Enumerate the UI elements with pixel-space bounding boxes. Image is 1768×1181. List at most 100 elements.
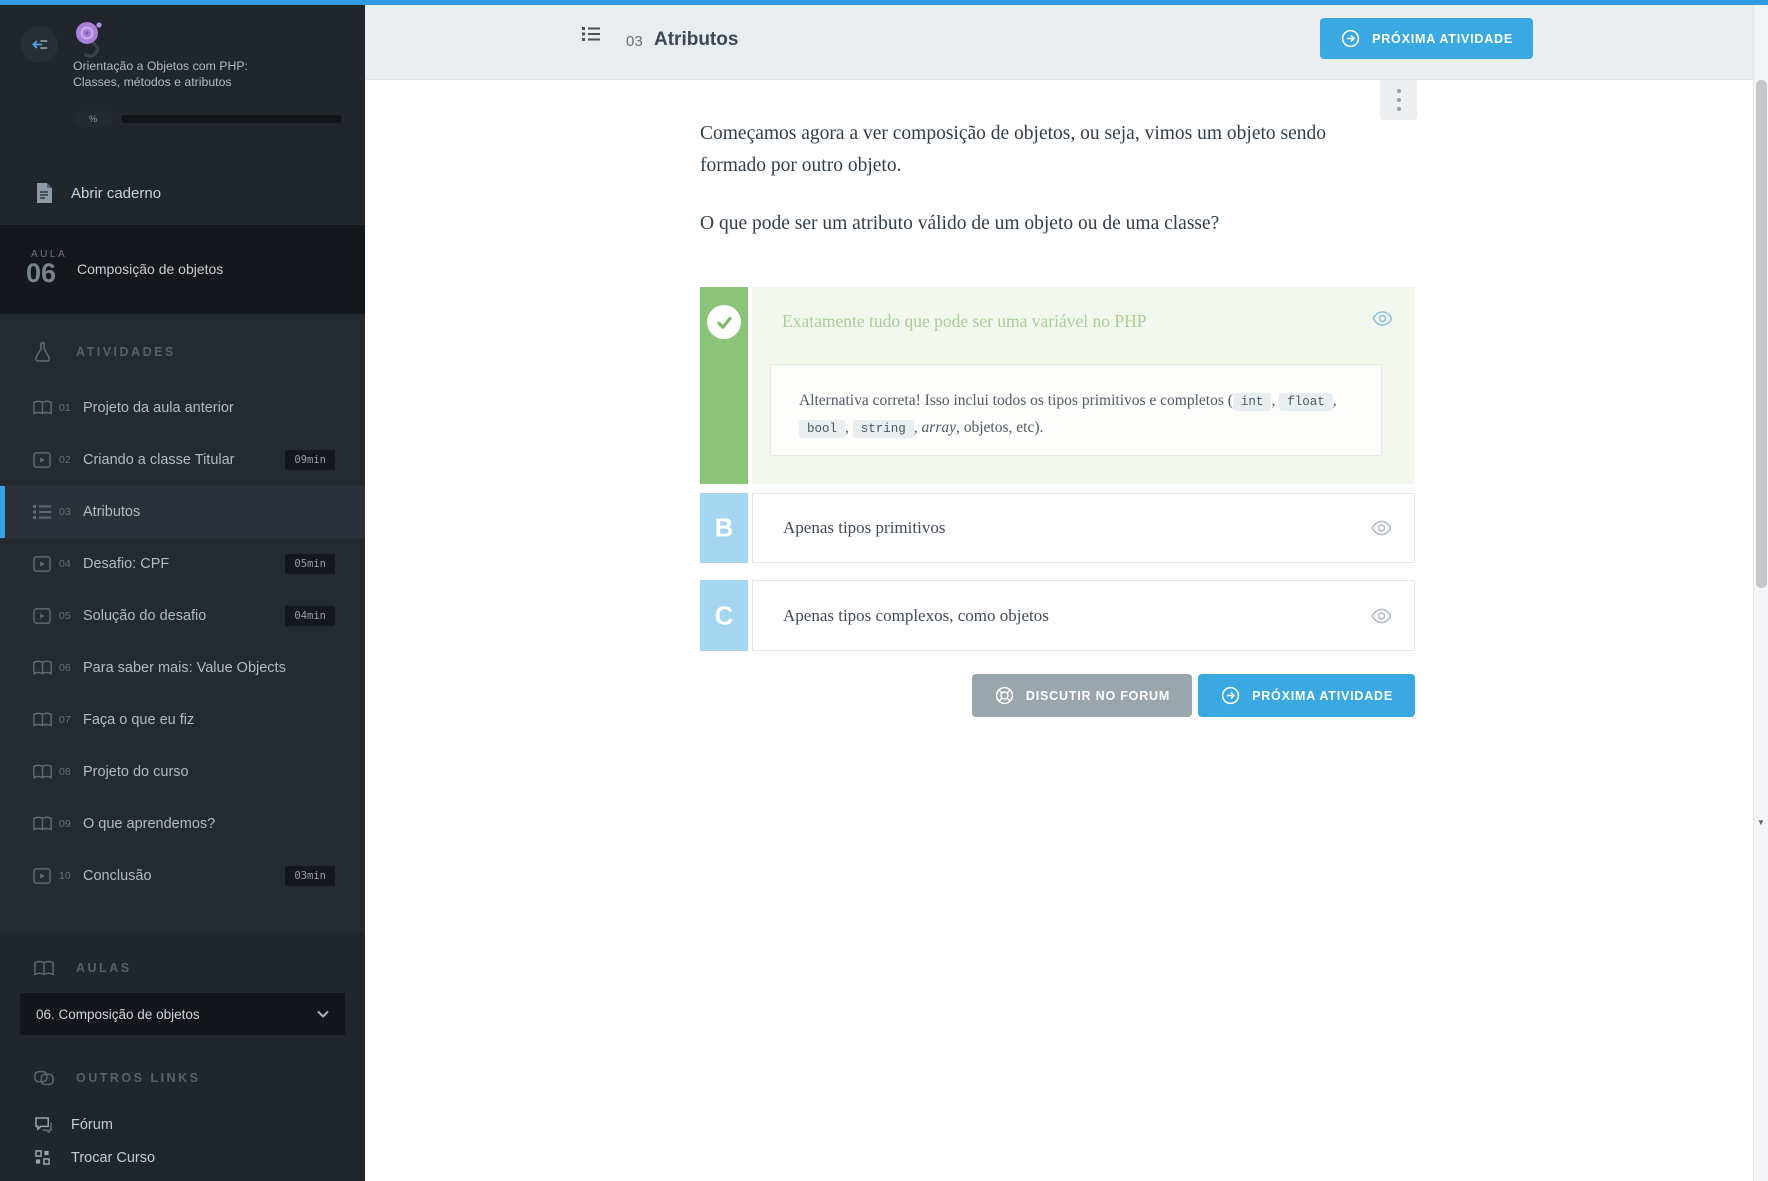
open-book-icon: [34, 960, 56, 977]
collapse-left-icon: [30, 35, 49, 54]
kebab-menu-button[interactable]: [1380, 80, 1417, 120]
activity-number: 05: [59, 610, 77, 622]
answer-option-c[interactable]: C Apenas tipos complexos, como objetos: [700, 580, 1415, 651]
question-text: Começamos agora a ver composição de obje…: [700, 118, 1360, 239]
screen: Orientação a Objetos com PHP: Classes, m…: [0, 0, 1768, 1181]
sidebar-item-trocar-curso[interactable]: Trocar Curso: [0, 1141, 365, 1174]
other-links-section-label: OUTROS LINKS: [76, 1071, 200, 1085]
activity-label: Projeto do curso: [83, 764, 189, 780]
progress-bar: [121, 115, 342, 123]
notebook-icon: [35, 183, 53, 203]
activity-label: Criando a classe Titular: [83, 452, 235, 468]
activity-label: Solução do desafio: [83, 608, 206, 624]
activity-duration-badge: 05min: [285, 554, 335, 574]
arrow-circle-right-icon: [1220, 685, 1241, 706]
discuss-forum-button[interactable]: DISCUTIR NO FORUM: [972, 674, 1192, 717]
course-title-line1: Orientação a Objetos com PHP:: [73, 58, 313, 74]
progress-percent-badge: %: [73, 111, 113, 127]
page-title: Atributos: [654, 29, 738, 51]
chat-icon: [35, 1117, 57, 1133]
lessons-section-header: AULAS: [0, 954, 365, 982]
main-header: 03 Atributos PRÓXIMA ATIVIDADE: [365, 5, 1753, 80]
course-logo-icon: [72, 20, 108, 62]
open-notebook-button[interactable]: Abrir caderno: [0, 170, 365, 216]
activity-label: Faça o que eu fiz: [83, 712, 194, 728]
activity-item[interactable]: 06 Para saber mais: Value Objects: [0, 642, 365, 694]
activity-item[interactable]: 02 Criando a classe Titular 09min: [0, 434, 365, 486]
activity-number: 03: [59, 506, 77, 518]
activity-label: Projeto da aula anterior: [83, 400, 234, 416]
scrollbar: ▼: [1753, 0, 1768, 1181]
activity-number: 01: [59, 402, 77, 414]
activity-item[interactable]: 07 Faça o que eu fiz: [0, 694, 365, 746]
forum-label: Fórum: [71, 1117, 113, 1133]
option-c-bar: C: [700, 580, 748, 651]
course-title-line2: Classes, métodos e atributos: [73, 74, 313, 90]
activity-duration-badge: 03min: [285, 866, 335, 886]
option-b-letter: B: [700, 513, 748, 544]
grid-icon: [35, 1150, 57, 1165]
activity-number: 07: [59, 714, 77, 726]
activity-item[interactable]: 10 Conclusão 03min: [0, 850, 365, 902]
current-lesson-banner[interactable]: AULA 06 Composição de objetos: [0, 225, 365, 314]
answer-option-correct[interactable]: Exatamente tudo que pode ser uma variáve…: [700, 287, 1415, 484]
eye-icon[interactable]: [1372, 311, 1393, 326]
activity-number: 08: [59, 766, 77, 778]
open-book-icon: [33, 712, 53, 728]
activity-number: 04: [59, 558, 77, 570]
collapse-sidebar-button[interactable]: [21, 26, 58, 63]
activity-item[interactable]: 03 Atributos: [0, 486, 365, 538]
open-book-icon: [33, 764, 53, 780]
lifebuoy-icon: [994, 685, 1015, 706]
lesson-select-value: 06. Composição de objetos: [36, 1007, 200, 1022]
open-notebook-label: Abrir caderno: [71, 185, 161, 202]
activity-item[interactable]: 04 Desafio: CPF 05min: [0, 538, 365, 590]
lesson-title: Composição de objetos: [77, 261, 223, 277]
next-activity-button-top[interactable]: PRÓXIMA ATIVIDADE: [1320, 18, 1533, 59]
option-b-bar: B: [700, 493, 748, 563]
activity-item[interactable]: 09 O que aprendemos?: [0, 798, 365, 850]
activity-item[interactable]: 08 Projeto do curso: [0, 746, 365, 798]
option-b-text: Apenas tipos primitivos: [783, 518, 945, 538]
chevron-down-icon: [317, 1010, 329, 1018]
question-paragraph-1: Começamos agora a ver composição de obje…: [700, 118, 1360, 182]
next-activity-button-bottom[interactable]: PRÓXIMA ATIVIDADE: [1198, 674, 1415, 717]
video-icon: [33, 556, 53, 572]
answer-feedback: Alternativa correta! Isso inclui todos o…: [770, 364, 1382, 456]
other-links-section-header: OUTROS LINKS: [0, 1064, 365, 1092]
open-book-icon: [33, 660, 53, 676]
lessons-section-label: AULAS: [76, 961, 132, 975]
option-c-text: Apenas tipos complexos, como objetos: [783, 606, 1049, 626]
activity-label: Para saber mais: Value Objects: [83, 660, 286, 676]
checklist-icon: [33, 504, 53, 520]
lesson-select[interactable]: 06. Composição de objetos: [20, 993, 345, 1035]
answer-option-b[interactable]: B Apenas tipos primitivos: [700, 493, 1415, 563]
correct-option-text: Exatamente tudo que pode ser uma variáve…: [782, 311, 1146, 332]
activity-duration-badge: 09min: [285, 450, 335, 470]
activity-number: 02: [59, 454, 77, 466]
activity-item[interactable]: 05 Solução do desafio 04min: [0, 590, 365, 642]
check-circle-icon: [707, 305, 741, 339]
option-b-body: Apenas tipos primitivos: [752, 493, 1415, 563]
scrollbar-thumb[interactable]: [1756, 80, 1767, 588]
activity-label: Desafio: CPF: [83, 556, 169, 572]
eye-icon[interactable]: [1371, 521, 1392, 536]
scrollbar-down-arrow[interactable]: ▼: [1754, 818, 1768, 827]
activity-number: 10: [59, 870, 77, 882]
activity-item[interactable]: 01 Projeto da aula anterior: [0, 382, 365, 434]
video-icon: [33, 608, 53, 624]
activity-number: 06: [59, 662, 77, 674]
activity-label: O que aprendemos?: [83, 816, 215, 832]
course-title: Orientação a Objetos com PHP: Classes, m…: [73, 58, 313, 90]
sidebar-item-forum[interactable]: Fórum: [0, 1108, 365, 1141]
flask-icon: [34, 342, 56, 362]
next-activity-label: PRÓXIMA ATIVIDADE: [1372, 32, 1513, 46]
top-accent-bar: [0, 0, 1768, 5]
activities-section-header: ATIVIDADES: [0, 338, 365, 366]
content-area: Começamos agora a ver composição de obje…: [365, 80, 1753, 1181]
activity-number: 09: [59, 818, 77, 830]
eye-icon[interactable]: [1371, 608, 1392, 623]
activities-section-label: ATIVIDADES: [76, 345, 176, 359]
chain-link-icon: [34, 1070, 56, 1086]
lesson-number: 06: [26, 258, 56, 289]
